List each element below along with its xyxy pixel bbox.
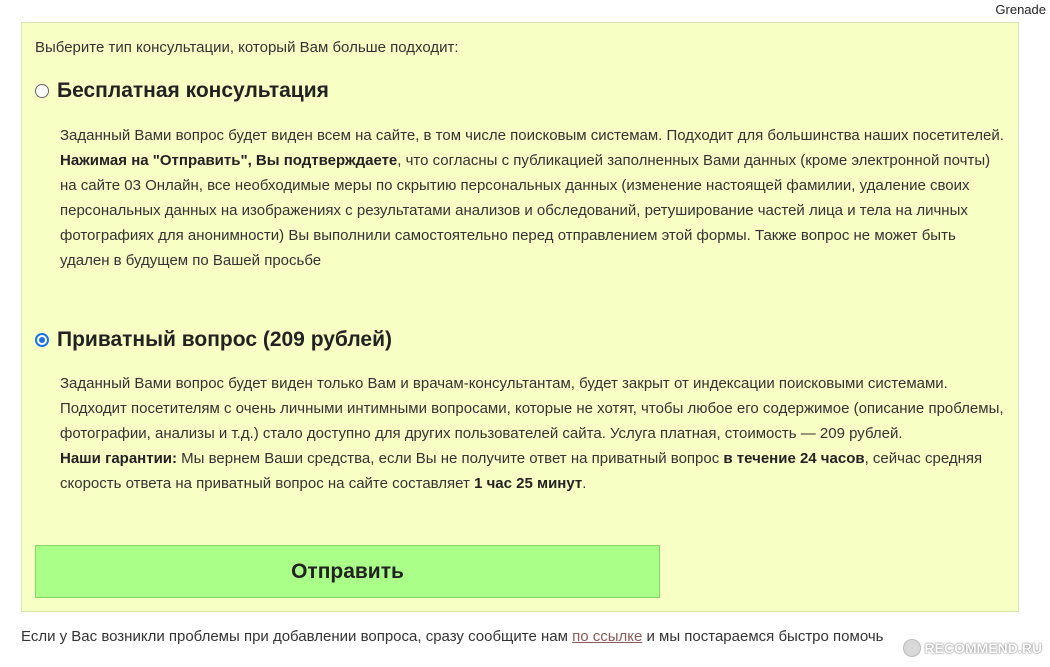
private-guarantee: Наши гарантии: Мы вернем Ваши средства, …: [60, 446, 1005, 496]
intro-text: Выберите тип консультации, который Вам б…: [35, 39, 459, 56]
private-desc-p1: Заданный Вами вопрос будет виден только …: [60, 375, 1004, 442]
watermark-text: RECOMMEND.RU: [924, 640, 1042, 656]
guarantee-end: .: [582, 475, 587, 492]
radio-free[interactable]: [35, 84, 49, 98]
watermark: RECOMMEND.RU: [902, 639, 1042, 657]
consultation-type-panel: Выберите тип консультации, который Вам б…: [21, 22, 1019, 612]
option-private-description: Заданный Вами вопрос будет виден только …: [60, 371, 1005, 496]
option-free[interactable]: Бесплатная консультация: [35, 79, 329, 103]
free-desc-bold: Нажимая на "Отправить", Вы подтверждаете: [60, 152, 398, 169]
guarantee-bold2: 1 час 25 минут: [474, 475, 583, 492]
option-free-title: Бесплатная консультация: [57, 79, 329, 102]
watermark-logo-icon: [902, 639, 921, 657]
option-private[interactable]: Приватный вопрос (209 рублей): [35, 328, 392, 352]
option-private-title: Приватный вопрос (209 рублей): [57, 328, 393, 351]
footer-before: Если у Вас возникли проблемы при добавле…: [21, 628, 573, 645]
free-desc-rest: , что согласны с публикацией заполненных…: [60, 152, 991, 269]
guarantee-bold1: в течение 24 часов: [723, 450, 865, 467]
radio-private[interactable]: [35, 333, 49, 347]
guarantee-text1: Мы вернем Ваши средства, если Вы не полу…: [177, 450, 724, 467]
guarantee-label: Наши гарантии:: [60, 450, 178, 467]
footer-help-text: Если у Вас возникли проблемы при добавле…: [21, 628, 883, 645]
free-desc-p1: Заданный Вами вопрос будет виден всем на…: [60, 127, 1004, 144]
footer-after: и мы постараемся быстро помочь: [642, 628, 884, 645]
footer-link[interactable]: по ссылке: [572, 628, 642, 645]
submit-button[interactable]: Отправить: [35, 545, 660, 598]
option-free-description: Заданный Вами вопрос будет виден всем на…: [60, 123, 1005, 273]
free-desc-p2: Нажимая на "Отправить", Вы подтверждаете…: [60, 148, 1005, 273]
corner-label: Grenade: [995, 2, 1046, 17]
